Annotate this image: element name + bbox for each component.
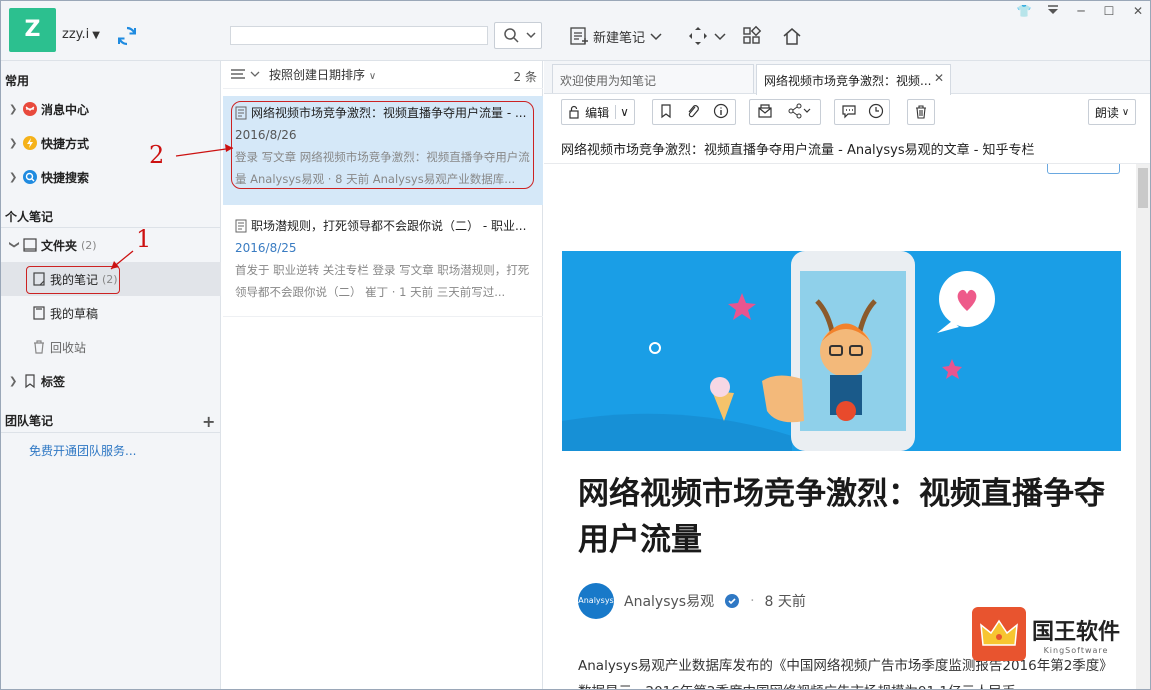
watermark-cn: 国王软件 bbox=[1032, 618, 1121, 645]
kingsoftware-watermark: 国王软件 KingSoftware bbox=[972, 605, 1132, 663]
app-window: Z zzy.i ▼ 新建笔记 👕 ─ ☐ ✕ 常用 ❯ 消息中心 ❯ 快捷方式 … bbox=[0, 0, 1151, 690]
annotation-arrows bbox=[110, 144, 234, 270]
crown-logo-icon bbox=[972, 607, 1026, 661]
watermark-en: KingSoftware bbox=[1043, 645, 1109, 655]
